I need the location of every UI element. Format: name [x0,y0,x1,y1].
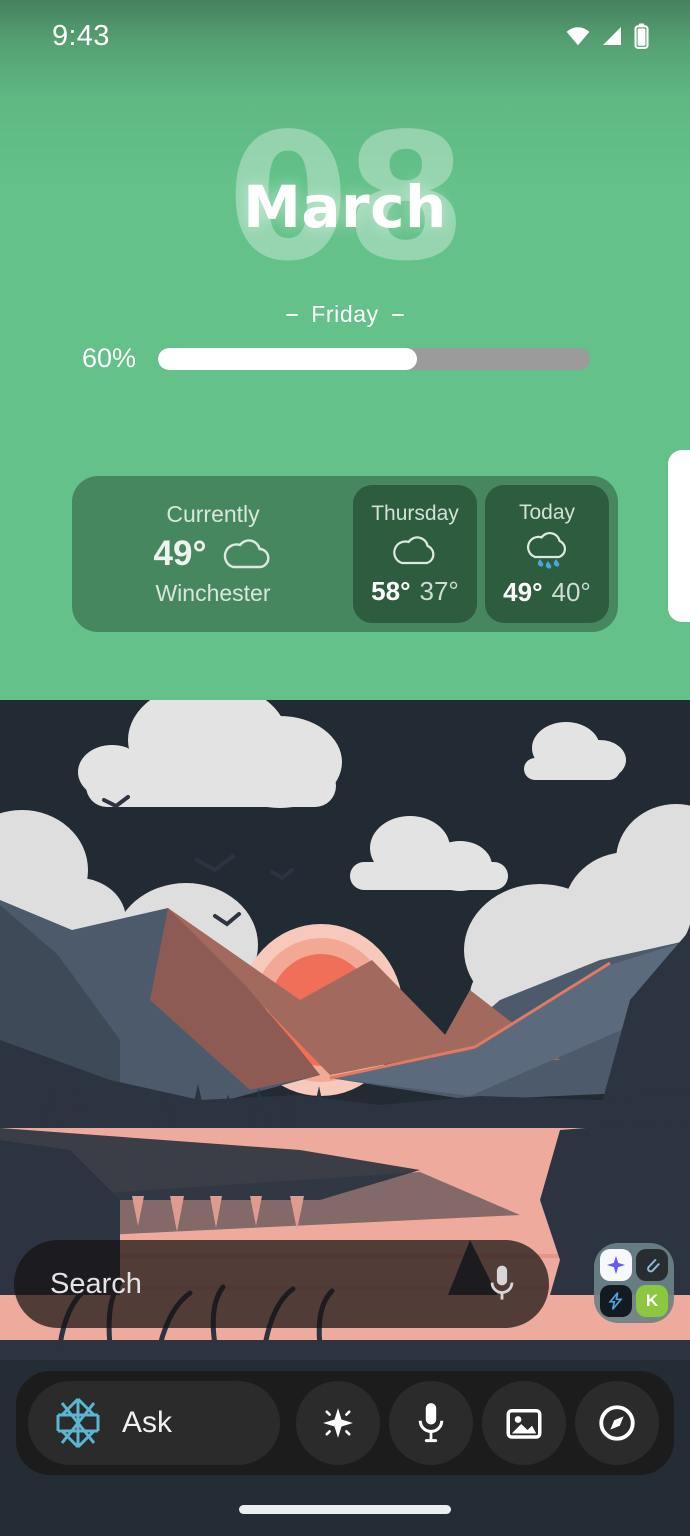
sparkle-icon [323,1408,353,1438]
rain-cloud-icon [527,531,567,569]
gemini-app-icon[interactable] [600,1249,632,1281]
forecast-day-label: Thursday [371,501,459,525]
compass-icon [599,1405,635,1441]
search-bar[interactable]: Search [14,1240,549,1328]
forecast-card-1[interactable]: Today 49° 40° [485,485,609,623]
weather-current-row: 49° [154,534,273,574]
date-weekday-label: Friday [311,301,379,327]
wifi-icon [566,27,590,46]
image-icon [506,1409,542,1439]
voice-button[interactable] [389,1381,473,1465]
status-icons [565,23,650,49]
status-bar: 9:43 [0,0,690,72]
image-button[interactable] [482,1381,566,1465]
forecast-day-label: Today [518,500,576,524]
page-edge-tab[interactable] [668,450,690,622]
forecast-temps: 49° 40° [503,577,591,608]
progress-track [158,347,590,370]
forecast-low: 37° [419,575,459,606]
forecast-low: 40° [551,576,591,607]
progress-fill [158,347,418,370]
year-progress-widget[interactable]: 60% [0,343,690,374]
lightning-bolt-icon [608,1292,623,1310]
bolt-app-icon[interactable] [600,1285,632,1317]
date-month-label: March [243,173,447,241]
cloud-icon [393,535,435,564]
search-input[interactable]: Search [50,1268,485,1301]
cloud-small-right [524,722,626,780]
assistant-bar: Ask [16,1371,674,1475]
ask-button[interactable]: Ask [28,1381,280,1465]
weather-current-label: Currently [166,501,260,527]
perplexity-starburst-icon [56,1397,100,1449]
assistant-actions [296,1381,659,1465]
weather-current-city: Winchester [155,580,271,606]
microphone-icon[interactable] [485,1262,519,1306]
weather-widget[interactable]: Currently 49° Winchester Thursday 58° 37… [72,476,618,632]
bottom-bar: Ask [0,1360,690,1536]
app-folder[interactable]: K [594,1243,674,1323]
forecast-high: 58° [371,575,411,606]
forecast-high: 49° [503,576,543,607]
k-app-icon[interactable]: K [636,1285,668,1317]
date-widget[interactable]: 08 March Friday [0,111,690,328]
cloud-large-left [78,682,342,808]
sparkle-icon [606,1255,626,1275]
battery-icon [634,23,649,49]
sparkle-button[interactable] [296,1381,380,1465]
weekday-dash-right [391,313,404,316]
forecast-card-0[interactable]: Thursday 58° 37° [353,485,477,623]
weather-current-section[interactable]: Currently 49° Winchester [81,485,345,623]
k-app-letter: K [645,1291,659,1310]
cloud-mid-right [350,816,508,891]
paperclip-app-icon[interactable] [636,1249,668,1281]
gesture-navigation-pill[interactable] [239,1505,451,1514]
date-stack: 08 March [135,111,555,286]
weekday-dash-left [286,313,299,316]
ask-label: Ask [122,1406,173,1439]
date-weekday-row: Friday [286,301,404,328]
progress-percent-label: 60% [82,343,137,373]
cloud-icon [224,539,270,569]
status-clock: 9:43 [52,19,110,52]
weather-current-temperature: 49° [153,534,207,573]
paperclip-icon [647,1259,660,1273]
cellular-signal-icon [603,27,621,45]
microphone-icon [418,1403,444,1443]
explore-button[interactable] [575,1381,659,1465]
forecast-temps: 58° 37° [371,576,459,607]
